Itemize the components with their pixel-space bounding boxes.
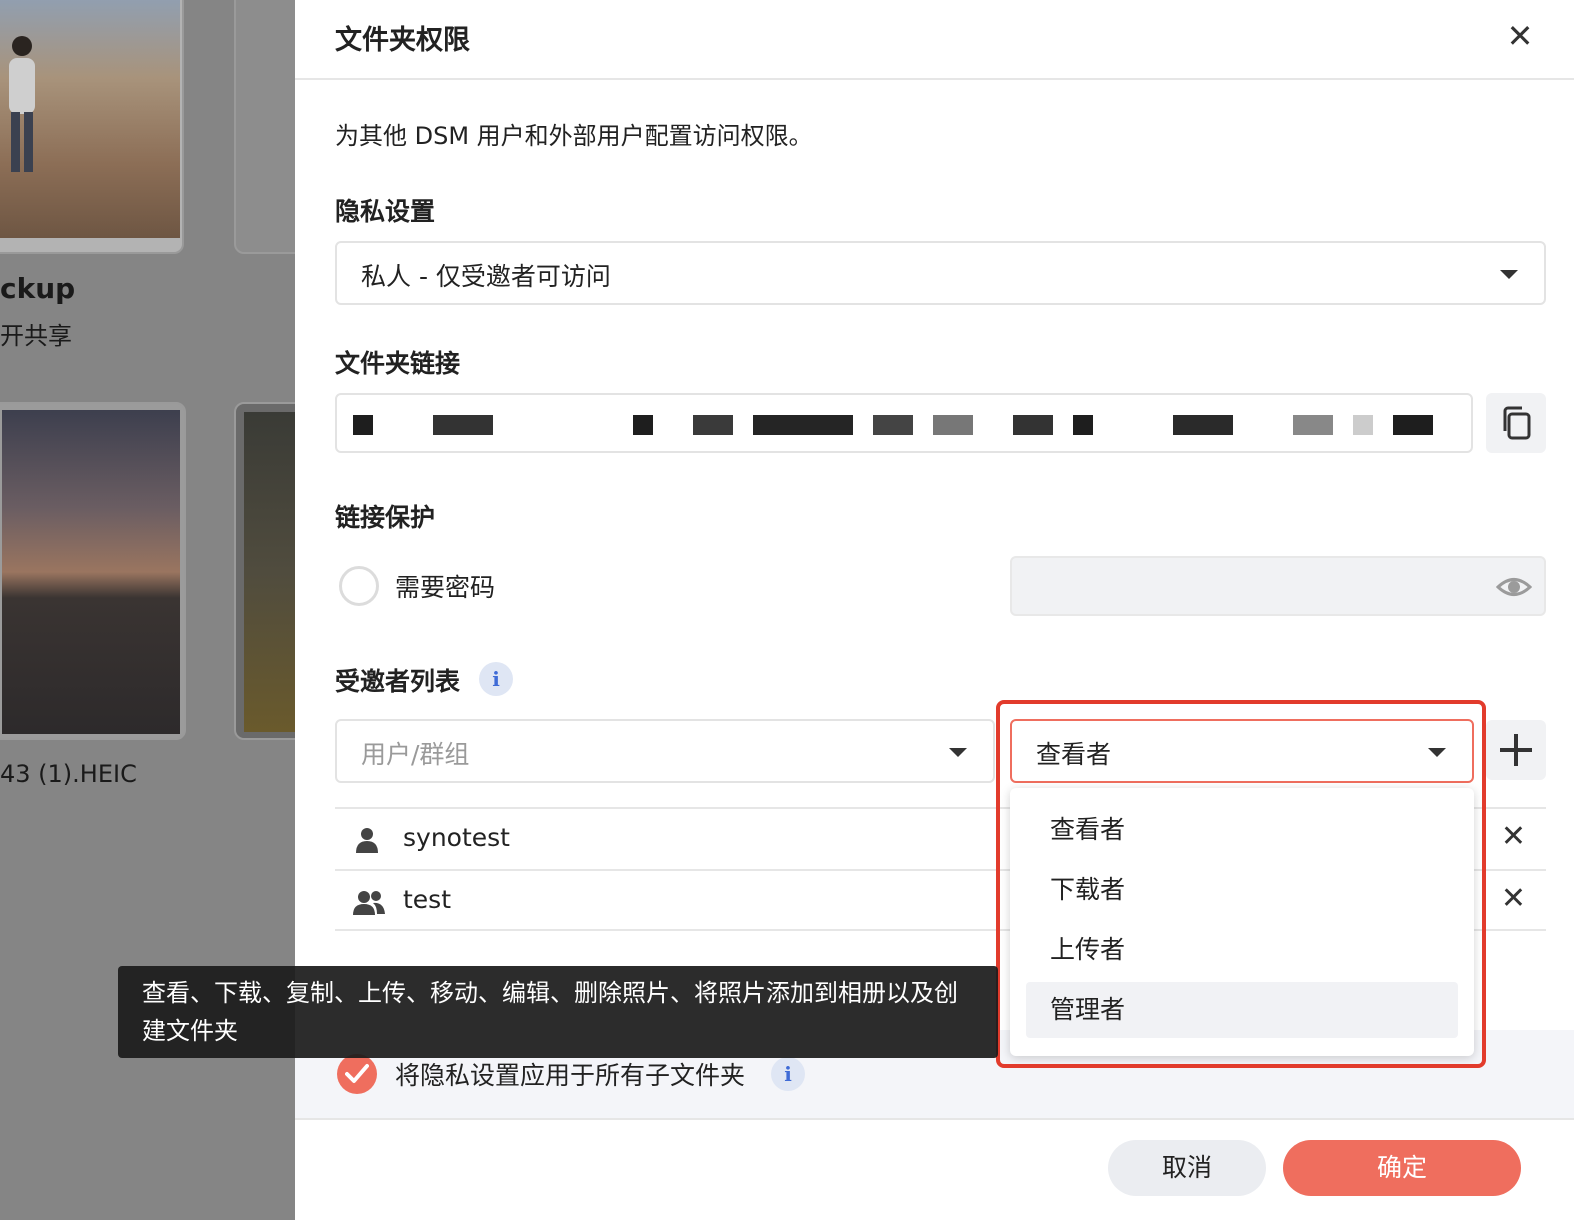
eye-icon[interactable] (1496, 570, 1532, 604)
redacted-link (1293, 415, 1333, 435)
dialog-title: 文件夹权限 (335, 25, 470, 56)
role-select[interactable]: 查看者 (1010, 719, 1474, 783)
require-password-radio[interactable] (339, 566, 379, 606)
privacy-select-value: 私人 - 仅受邀者可访问 (361, 262, 611, 291)
apply-subfolders-label: 将隐私设置应用于所有子文件夹 (395, 1061, 746, 1090)
user-group-placeholder: 用户/群组 (361, 740, 470, 769)
group-icon (353, 891, 385, 915)
redacted-link (873, 415, 913, 435)
redacted-link (1173, 415, 1233, 435)
invitee-name: synotest (403, 823, 510, 852)
folder-link-field[interactable] (335, 393, 1473, 453)
role-select-value: 查看者 (1036, 740, 1112, 769)
privacy-label: 隐私设置 (335, 197, 436, 226)
user-icon (356, 828, 378, 853)
remove-invitee-icon[interactable]: ✕ (1501, 881, 1526, 916)
redacted-link (693, 415, 733, 435)
checkmark-icon (345, 1064, 369, 1083)
require-password-label: 需要密码 (395, 573, 496, 602)
dialog-description: 为其他 DSM 用户和外部用户配置访问权限。 (335, 122, 813, 150)
redacted-link (1393, 415, 1433, 435)
invitee-name: test (403, 885, 452, 914)
redacted-link (933, 415, 973, 435)
cancel-button[interactable]: 取消 (1108, 1140, 1266, 1196)
folder-title: ckup (0, 272, 76, 305)
folder-subtitle: 开共享 (0, 322, 72, 350)
role-option-uploader[interactable]: 上传者 (1026, 922, 1458, 978)
add-invitee-button[interactable] (1486, 720, 1546, 780)
photo-thumbnail (2, 410, 180, 734)
redacted-link (1013, 415, 1053, 435)
copy-link-button[interactable] (1486, 393, 1546, 453)
link-protection-label: 链接保护 (335, 503, 436, 532)
footer-divider (295, 1118, 1574, 1120)
chevron-down-icon (1500, 270, 1518, 279)
apply-subfolders-checkbox[interactable] (337, 1054, 377, 1094)
role-option-manager[interactable]: 管理者 (1026, 982, 1458, 1038)
role-option-downloader[interactable]: 下载者 (1026, 862, 1458, 918)
role-dropdown-menu: 查看者 下载者 上传者 管理者 (1010, 788, 1474, 1056)
ok-button[interactable]: 确定 (1283, 1140, 1521, 1196)
privacy-select[interactable]: 私人 - 仅受邀者可访问 (335, 241, 1546, 305)
redacted-link (433, 415, 493, 435)
plus-icon (1514, 734, 1518, 766)
folder-link-label: 文件夹链接 (335, 349, 461, 378)
redacted-link (753, 415, 853, 435)
redacted-link (633, 415, 653, 435)
info-icon[interactable]: i (479, 662, 513, 696)
close-icon[interactable]: ✕ (1502, 18, 1538, 54)
person-figure (9, 36, 35, 172)
photo-card (0, 0, 184, 254)
dialog-header: 文件夹权限 ✕ (295, 0, 1574, 80)
chevron-down-icon (1428, 748, 1446, 757)
invitee-list-label: 受邀者列表 (335, 667, 461, 696)
photo-thumbnail (244, 412, 295, 732)
redacted-link (353, 415, 373, 435)
info-icon[interactable]: i (771, 1057, 805, 1091)
photo-card (234, 402, 295, 740)
redacted-link (1353, 415, 1373, 435)
remove-invitee-icon[interactable]: ✕ (1501, 819, 1526, 854)
password-input[interactable] (1010, 556, 1546, 616)
redacted-link (1073, 415, 1093, 435)
copy-icon (1503, 406, 1531, 440)
file-name: 43 (1).HEIC (0, 760, 137, 788)
chevron-down-icon (949, 748, 967, 757)
photo-card (0, 402, 186, 740)
role-option-viewer[interactable]: 查看者 (1026, 802, 1458, 858)
user-group-select[interactable]: 用户/群组 (335, 719, 995, 783)
photo-card (234, 0, 295, 254)
role-tooltip: 查看、下载、复制、上传、移动、编辑、删除照片、将照片添加到相册以及创建文件夹 (118, 966, 998, 1058)
